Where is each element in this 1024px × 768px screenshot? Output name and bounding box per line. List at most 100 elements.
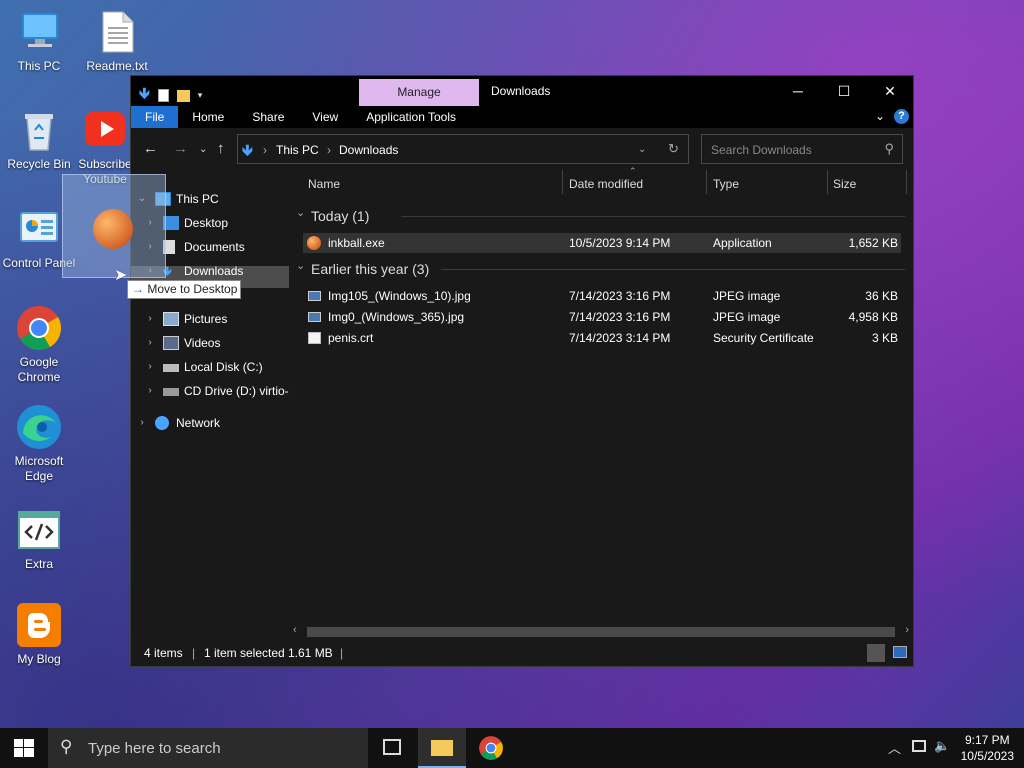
maximize-button[interactable]: ☐ bbox=[821, 76, 867, 106]
close-button[interactable]: ✕ bbox=[867, 76, 913, 106]
chrome-icon bbox=[15, 304, 63, 352]
selection-size: 1.61 MB bbox=[288, 646, 333, 660]
properties-icon[interactable] bbox=[157, 89, 169, 102]
nav-item-network[interactable]: › Network bbox=[131, 412, 289, 434]
network-status-icon[interactable] bbox=[912, 740, 926, 752]
file-explorer-taskbar-icon[interactable] bbox=[418, 728, 466, 768]
ribbon-tabs: File Home Share View Application Tools ⌄… bbox=[131, 106, 913, 128]
customize-qa-icon[interactable]: ▾ bbox=[198, 90, 203, 101]
details-view-icon[interactable] bbox=[867, 644, 885, 662]
back-button[interactable]: ← bbox=[143, 140, 158, 157]
tab-file[interactable]: File bbox=[131, 106, 179, 128]
group-header-earlier-this-year[interactable]: Earlier this year (3) bbox=[311, 261, 429, 277]
column-separator[interactable] bbox=[906, 170, 907, 194]
tab-view[interactable]: View bbox=[298, 106, 352, 128]
minimize-button[interactable]: ─ bbox=[775, 76, 821, 106]
taskbar-clock[interactable]: 9:17 PM 10/5/2023 bbox=[961, 732, 1014, 764]
tab-manage-context[interactable]: Manage bbox=[359, 79, 479, 106]
window-title: Downloads bbox=[491, 84, 551, 98]
address-row: ← → ⌄ ↑ 🡻 › This PC › Downloads ⌄ ↻ Sear… bbox=[131, 128, 913, 170]
address-bar[interactable]: 🡻 › This PC › Downloads ⌄ ↻ bbox=[237, 134, 689, 164]
taskbar-search-box[interactable]: ⚲ Type here to search bbox=[48, 728, 368, 768]
windows-start-icon[interactable] bbox=[14, 739, 34, 760]
show-hidden-icons-icon[interactable]: ︿ bbox=[888, 738, 901, 757]
group-header-today[interactable]: Today (1) bbox=[311, 208, 369, 224]
chevron-right-icon[interactable]: › bbox=[135, 412, 149, 434]
desktop-icon-extra[interactable]: Extra bbox=[1, 506, 77, 572]
group-divider bbox=[441, 269, 905, 270]
recent-locations-icon[interactable]: ⌄ bbox=[199, 144, 207, 155]
drive-icon bbox=[163, 364, 179, 372]
up-button[interactable]: ↑ bbox=[217, 140, 225, 157]
tab-home[interactable]: Home bbox=[178, 106, 238, 128]
nav-item-pictures[interactable]: › Pictures bbox=[131, 308, 289, 330]
address-dropdown-icon[interactable]: ⌄ bbox=[638, 144, 646, 155]
column-header-name[interactable]: Name bbox=[308, 170, 340, 198]
group-collapse-icon[interactable]: ⌄ bbox=[296, 206, 305, 219]
column-header-size[interactable]: Size bbox=[833, 170, 856, 198]
refresh-icon[interactable]: ↻ bbox=[668, 141, 679, 157]
drag-tooltip: → Move to Desktop bbox=[127, 280, 241, 299]
expand-ribbon-icon[interactable]: ⌄ bbox=[875, 109, 885, 123]
file-row[interactable]: Img0_(Windows_365).jpg 7/14/2023 3:16 PM… bbox=[303, 307, 901, 327]
text-file-icon bbox=[93, 8, 141, 56]
title-bar[interactable]: 🡻 ▾ Manage Downloads ─ ☐ ✕ bbox=[131, 76, 913, 106]
file-type: JPEG image bbox=[713, 310, 781, 324]
chevron-right-icon[interactable]: › bbox=[143, 380, 157, 402]
scrollbar-thumb[interactable] bbox=[307, 627, 895, 637]
large-icons-view-icon[interactable] bbox=[893, 646, 907, 658]
column-header-type[interactable]: Type bbox=[713, 170, 739, 198]
chrome-taskbar-icon[interactable] bbox=[478, 735, 504, 764]
nav-item-cd-drive[interactable]: › CD Drive (D:) virtio- bbox=[131, 380, 289, 402]
breadcrumb-downloads[interactable]: Downloads bbox=[339, 143, 398, 157]
chevron-right-icon[interactable]: › bbox=[143, 332, 157, 354]
nav-item-videos[interactable]: › Videos bbox=[131, 332, 289, 354]
chevron-right-icon[interactable]: › bbox=[143, 308, 157, 330]
control-panel-icon bbox=[15, 205, 63, 253]
file-row[interactable]: inkball.exe 10/5/2023 9:14 PM Applicatio… bbox=[303, 233, 901, 253]
tab-application-tools[interactable]: Application Tools bbox=[352, 106, 470, 128]
horizontal-scrollbar[interactable]: ‹ › bbox=[289, 624, 913, 640]
desktop-icon-label-line2: Edge bbox=[24, 469, 54, 483]
search-box[interactable]: Search Downloads ⚲ bbox=[701, 134, 903, 164]
desktop-icon-edge[interactable]: Microsoft Edge bbox=[1, 403, 77, 484]
desktop-icon-readme[interactable]: Readme.txt bbox=[79, 8, 155, 74]
column-separator[interactable] bbox=[562, 170, 563, 194]
desktop-icon-label: My Blog bbox=[17, 652, 61, 666]
this-pc-icon bbox=[15, 8, 63, 56]
youtube-icon bbox=[81, 106, 129, 154]
file-row[interactable]: penis.crt 7/14/2023 3:14 PM Security Cer… bbox=[303, 328, 901, 348]
column-separator[interactable] bbox=[827, 170, 828, 194]
search-icon: ⚲ bbox=[60, 737, 73, 756]
status-divider: | bbox=[192, 646, 196, 660]
scroll-right-icon[interactable]: › bbox=[905, 624, 909, 636]
volume-muted-icon[interactable]: 🔈 bbox=[934, 738, 950, 754]
group-collapse-icon[interactable]: ⌄ bbox=[296, 259, 305, 272]
taskbar: ⚲ Type here to search ︿ 🔈 9:17 PM 10/5/2… bbox=[0, 728, 1024, 768]
desktop-icon-chrome[interactable]: Google Chrome bbox=[1, 304, 77, 385]
scroll-left-icon[interactable]: ‹ bbox=[293, 624, 297, 636]
taskbar-search-input[interactable]: Type here to search bbox=[88, 740, 221, 757]
status-divider: | bbox=[340, 646, 344, 660]
desktop-icon-recycle-bin[interactable]: Recycle Bin bbox=[1, 106, 77, 172]
breadcrumb-separator-icon: › bbox=[327, 143, 331, 157]
file-date: 10/5/2023 9:14 PM bbox=[569, 236, 671, 250]
new-folder-icon[interactable] bbox=[176, 89, 190, 102]
chevron-right-icon[interactable]: › bbox=[143, 356, 157, 378]
help-icon[interactable]: ? bbox=[894, 109, 909, 124]
drag-ghost-image bbox=[62, 174, 166, 278]
nav-item-local-disk[interactable]: › Local Disk (C:) bbox=[131, 356, 289, 378]
file-row[interactable]: Img105_(Windows_10).jpg 7/14/2023 3:16 P… bbox=[303, 286, 901, 306]
cd-drive-icon bbox=[163, 388, 179, 396]
desktop-icon-this-pc[interactable]: This PC bbox=[1, 8, 77, 74]
mouse-cursor-icon: ➤ bbox=[114, 267, 128, 284]
down-arrow-icon[interactable]: 🡻 bbox=[139, 83, 150, 108]
file-date: 7/14/2023 3:16 PM bbox=[569, 310, 671, 324]
desktop-icon-my-blog[interactable]: My Blog bbox=[1, 601, 77, 667]
task-view-icon[interactable] bbox=[383, 739, 401, 755]
forward-button[interactable]: → bbox=[173, 140, 188, 157]
breadcrumb-this-pc[interactable]: This PC bbox=[276, 143, 319, 157]
tab-share[interactable]: Share bbox=[238, 106, 298, 128]
column-separator[interactable] bbox=[706, 170, 707, 194]
search-input[interactable]: Search Downloads bbox=[711, 143, 812, 157]
